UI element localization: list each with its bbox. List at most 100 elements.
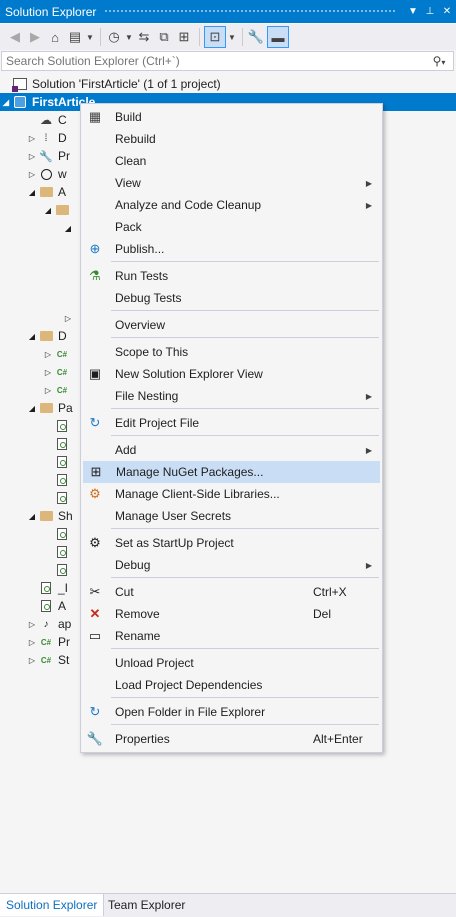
expand-arrow-icon[interactable]: ▷ <box>42 350 54 359</box>
menu-item-manage-nuget[interactable]: ⊞ Manage NuGet Packages... <box>83 461 380 483</box>
toolbar-separator <box>242 28 243 46</box>
filter-dropdown-icon[interactable]: ▼ <box>125 26 133 48</box>
csharp-icon: C# <box>40 637 52 647</box>
menu-item-add[interactable]: Add ▶ <box>83 439 380 461</box>
show-all-files-icon[interactable]: ⊞ <box>175 26 193 48</box>
web-project-icon <box>12 95 28 109</box>
menu-item-debug[interactable]: Debug ▶ <box>83 554 380 576</box>
folder-icon <box>38 329 54 343</box>
menu-item-debug-tests[interactable]: Debug Tests <box>83 287 380 309</box>
menu-item-open-folder[interactable]: ↻ Open Folder in File Explorer <box>83 701 380 723</box>
nuget-icon: ⊞ <box>90 464 102 479</box>
edit-project-icon: ↻ <box>89 415 101 430</box>
expand-arrow-icon[interactable]: ▷ <box>26 152 38 161</box>
menu-item-set-startup[interactable]: ⚙ Set as StartUp Project <box>83 532 380 554</box>
preview-selected-icon[interactable]: ⊡ <box>204 26 226 48</box>
menu-item-rename[interactable]: ▭ Rename <box>83 625 380 647</box>
preview-dropdown-icon[interactable]: ▼ <box>228 26 236 48</box>
wrench-icon: 🔧 <box>39 150 53 163</box>
title-grip[interactable] <box>104 9 397 14</box>
expand-arrow-icon[interactable]: ▷ <box>26 134 38 143</box>
rename-icon: ▭ <box>88 628 102 643</box>
razor-page-icon <box>54 563 70 577</box>
toolbar: ◀ ▶ ⌂ ▤ ▼ ◷ ▼ ⇆ ⧉ ⊞ ⊡ ▼ 🔧 ▬ <box>0 24 456 50</box>
back-icon[interactable]: ◀ <box>6 26 24 48</box>
expand-arrow-icon[interactable]: ▷ <box>42 368 54 377</box>
forward-icon[interactable]: ▶ <box>26 26 44 48</box>
menu-item-edit-project-file[interactable]: ↻ Edit Project File <box>83 412 380 434</box>
search-box[interactable]: ⚲▾ <box>1 51 454 71</box>
expand-arrow-icon[interactable]: ▷ <box>26 656 38 665</box>
menu-item-publish[interactable]: ⊕ Publish... <box>83 238 380 260</box>
tab-team-explorer[interactable]: Team Explorer <box>102 894 191 916</box>
menu-separator <box>111 408 379 409</box>
collapse-all-icon[interactable]: ⧉ <box>155 26 173 48</box>
run-tests-icon: ⚗ <box>89 268 101 283</box>
tree-solution-node[interactable]: Solution 'FirstArticle' (1 of 1 project) <box>0 75 456 93</box>
menu-item-new-view[interactable]: ▣ New Solution Explorer View <box>83 363 380 385</box>
switch-views-icon[interactable]: ▤ <box>66 26 84 48</box>
menu-separator <box>111 528 379 529</box>
expand-arrow-icon[interactable]: ◢ <box>26 188 38 197</box>
toolbar-separator <box>199 28 200 46</box>
expand-arrow-icon[interactable]: ◢ <box>62 224 74 233</box>
expand-arrow-icon[interactable]: ▷ <box>26 620 38 629</box>
submenu-arrow-icon: ▶ <box>365 391 372 401</box>
menu-item-analyze[interactable]: Analyze and Code Cleanup ▶ <box>83 194 380 216</box>
menu-item-rebuild[interactable]: Rebuild <box>83 128 380 150</box>
menu-separator <box>111 261 379 262</box>
expand-arrow-icon[interactable]: ▷ <box>42 386 54 395</box>
menu-item-properties[interactable]: 🔧 Properties Alt+Enter <box>83 728 380 750</box>
menu-item-view[interactable]: View ▶ <box>83 172 380 194</box>
window-title: Solution Explorer <box>5 4 97 19</box>
tree-solution-label: Solution 'FirstArticle' (1 of 1 project) <box>32 77 221 91</box>
search-icon[interactable]: ⚲▾ <box>425 54 453 68</box>
expand-arrow-icon[interactable]: ◢ <box>42 206 54 215</box>
menu-item-run-tests[interactable]: ⚗ Run Tests <box>83 265 380 287</box>
submenu-arrow-icon: ▶ <box>365 560 372 570</box>
folder-icon <box>38 185 54 199</box>
menu-item-remove[interactable]: ✕ Remove Del <box>83 603 380 625</box>
close-icon[interactable]: ✕ <box>439 3 455 21</box>
expand-arrow-icon[interactable]: ◢ <box>26 404 38 413</box>
toolbar-separator <box>100 28 101 46</box>
menu-item-unload-project[interactable]: Unload Project <box>83 652 380 674</box>
home-icon[interactable]: ⌂ <box>46 26 64 48</box>
expand-arrow-icon[interactable]: ▷ <box>62 314 74 323</box>
tab-solution-explorer[interactable]: Solution Explorer <box>0 894 105 916</box>
razor-page-icon <box>54 473 70 487</box>
properties-icon[interactable]: 🔧 <box>247 26 265 48</box>
menu-item-scope-to-this[interactable]: Scope to This <box>83 341 380 363</box>
expand-arrow-icon[interactable]: ▷ <box>26 638 38 647</box>
csharp-icon: C# <box>56 349 68 359</box>
menu-item-overview[interactable]: Overview <box>83 314 380 336</box>
menu-separator <box>111 648 379 649</box>
pin-preview-icon[interactable]: ▬ <box>267 26 289 48</box>
expand-arrow-icon[interactable]: ▷ <box>26 170 38 179</box>
switch-views-dropdown-icon[interactable]: ▼ <box>86 26 94 48</box>
sync-icon[interactable]: ⇆ <box>135 26 153 48</box>
menu-item-client-libraries[interactable]: ⚙ Manage Client-Side Libraries... <box>83 483 380 505</box>
menu-separator <box>111 337 379 338</box>
globe-icon <box>38 167 54 181</box>
menu-item-build[interactable]: ▦ Build <box>83 106 380 128</box>
window-options-dropdown-icon[interactable]: ▼ <box>405 3 421 21</box>
menu-item-load-dependencies[interactable]: Load Project Dependencies <box>83 674 380 696</box>
razor-page-icon <box>54 545 70 559</box>
pin-icon[interactable]: ⊥ <box>422 3 438 21</box>
csharp-icon: C# <box>40 655 52 665</box>
pending-changes-filter-icon[interactable]: ◷ <box>105 26 123 48</box>
razor-page-icon <box>54 527 70 541</box>
menu-item-cut[interactable]: ✂ Cut Ctrl+X <box>83 581 380 603</box>
menu-item-clean[interactable]: Clean <box>83 150 380 172</box>
wrench-icon: 🔧 <box>86 731 104 746</box>
menu-item-pack[interactable]: Pack <box>83 216 380 238</box>
expand-arrow-icon[interactable]: ◢ <box>26 512 38 521</box>
menu-item-user-secrets[interactable]: Manage User Secrets <box>83 505 380 527</box>
startup-icon: ⚙ <box>89 535 101 550</box>
expand-arrow-icon[interactable]: ◢ <box>0 98 12 107</box>
search-input[interactable] <box>6 54 425 68</box>
menu-item-file-nesting[interactable]: File Nesting ▶ <box>83 385 380 407</box>
bottom-tab-strip: Solution Explorer Team Explorer <box>0 893 456 917</box>
expand-arrow-icon[interactable]: ◢ <box>26 332 38 341</box>
